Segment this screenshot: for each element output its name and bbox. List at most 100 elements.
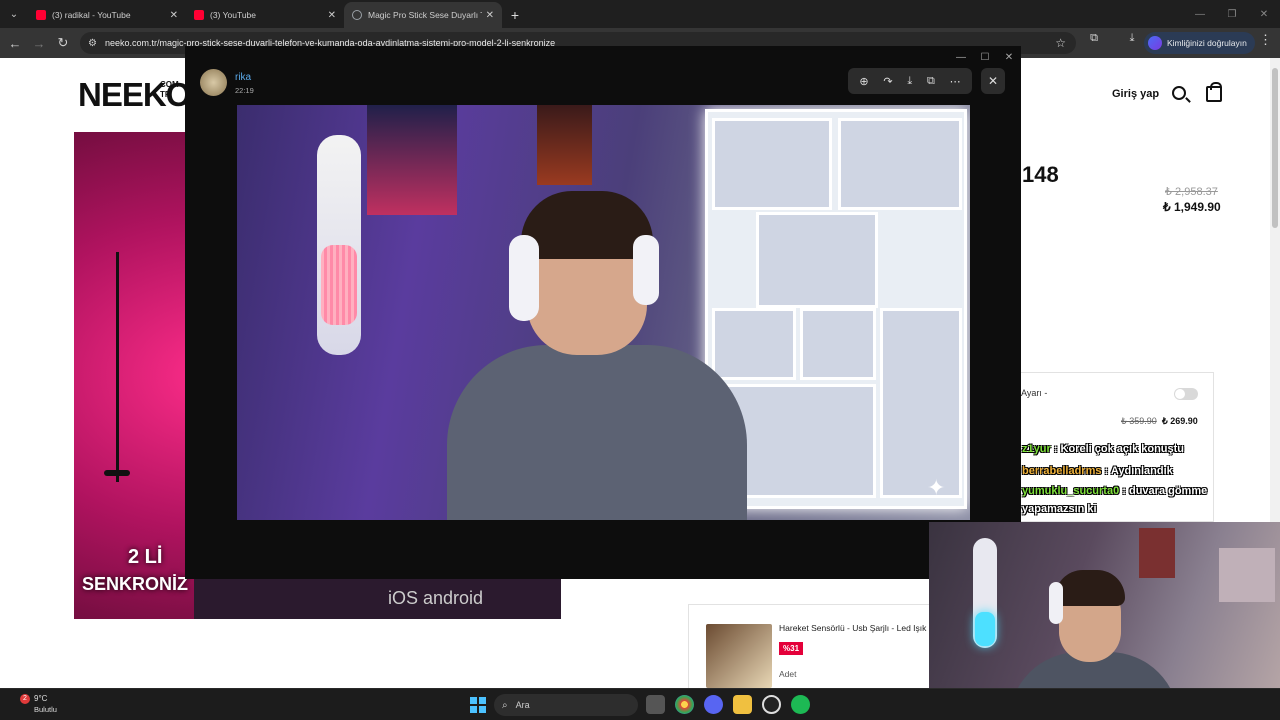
globe-icon (352, 10, 362, 20)
tab-title: (3) radikal - YouTube (52, 10, 131, 20)
current-price: ₺ 1,949.90 (1163, 200, 1221, 214)
site-info-icon[interactable]: ⚙ (88, 38, 97, 49)
old-price: ₺ 2,958.37 (1165, 186, 1218, 198)
reload-icon[interactable]: ↻ (51, 31, 75, 55)
zoom-in-icon[interactable]: ⊕ (859, 75, 868, 88)
poster (1219, 548, 1275, 602)
close-window-icon[interactable]: ✕ (997, 46, 1021, 68)
windows-start-icon[interactable] (470, 697, 486, 713)
window-controls: — ❐ ✕ (1184, 0, 1280, 28)
site-logo-sub: COM TR (160, 80, 179, 99)
new-tab-button[interactable]: + (502, 2, 528, 28)
addon-option-label: Ayarı - (1021, 388, 1048, 398)
chrome-icon[interactable] (675, 695, 694, 714)
sender-avatar[interactable] (200, 69, 227, 96)
person-body (447, 345, 747, 520)
browser-menu-icon[interactable]: ⋮ (1259, 32, 1272, 48)
microphone-light (975, 612, 995, 646)
addon-price: ₺ 269.90 (1162, 416, 1198, 426)
quantity-label: Adet (779, 669, 797, 679)
download-icon[interactable]: ⤓ (907, 75, 912, 88)
headphone (509, 235, 539, 321)
tab-magic-pro-stick[interactable]: Magic Pro Stick Sese Duyarlı Te ✕ (344, 2, 502, 28)
pinned-apps (646, 695, 810, 714)
avatar (1148, 36, 1162, 50)
weather-widget[interactable]: 2 9°C Bulutlu (20, 694, 57, 714)
product-title-fragment: 148 (1022, 162, 1059, 187)
viewer-toolbar: ⊕ ↷ ⤓ ⧉ ⋯ (848, 68, 972, 94)
task-view-icon[interactable] (646, 695, 665, 714)
taskbar: 2 9°C Bulutlu ⌕ Ara (0, 688, 1280, 720)
restore-icon[interactable]: ❐ (1216, 0, 1248, 28)
back-icon[interactable]: ← (3, 31, 27, 55)
sparkle-icon: ✦ (927, 475, 946, 500)
close-window-icon[interactable]: ✕ (1248, 0, 1280, 28)
shelf-cell (756, 212, 878, 308)
downloads-icon[interactable]: ⤓ (1122, 32, 1142, 45)
lamp-base (104, 470, 130, 476)
tab-search-icon[interactable]: ⌄ (0, 0, 28, 28)
shelf-cell (838, 118, 962, 210)
viewed-photo[interactable]: ✦ (237, 105, 970, 520)
product-image-text: 2 Lİ (128, 546, 163, 568)
forward-icon[interactable]: ↷ (883, 75, 892, 88)
more-icon[interactable]: ⋯ (950, 75, 961, 88)
maximize-icon[interactable]: ☐ (973, 46, 997, 68)
close-tab-icon[interactable]: ✕ (486, 10, 494, 21)
bookmark-star-icon[interactable]: ☆ (1055, 36, 1066, 50)
poster (537, 105, 592, 185)
close-tab-icon[interactable]: ✕ (170, 10, 178, 21)
youtube-icon (36, 10, 46, 20)
minimize-icon[interactable]: — (1184, 0, 1216, 28)
forward-icon[interactable]: → (27, 31, 51, 55)
microphone-light (321, 245, 357, 325)
youtube-icon (194, 10, 204, 20)
headphone (1049, 582, 1063, 624)
minimize-icon[interactable]: — (949, 46, 973, 68)
weather-condition: Bulutlu (34, 705, 57, 714)
extensions-icon[interactable]: ⧉ (1084, 32, 1104, 45)
recommended-product-image[interactable] (706, 624, 772, 688)
profile-verify-button[interactable]: Kimliğinizi doğrulayın (1144, 32, 1255, 54)
tab-title: (3) YouTube (210, 10, 256, 20)
viewer-titlebar: — ☐ ✕ (185, 46, 1021, 68)
stream-chat-overlay: z1yur : Koreli çok açık konuştu berrabel… (1022, 438, 1270, 518)
sender-name[interactable]: rika (235, 72, 251, 83)
close-tab-icon[interactable]: ✕ (328, 10, 336, 21)
close-viewer-button[interactable]: ✕ (981, 68, 1005, 94)
person (447, 185, 747, 520)
search-placeholder: Ara (515, 700, 530, 710)
poster (1139, 528, 1175, 578)
tab-strip: ⌄ (3) radikal - YouTube ✕ (3) YouTube ✕ … (0, 0, 1280, 28)
tab-title: Magic Pro Stick Sese Duyarlı Te (368, 10, 482, 20)
media-viewer-window: — ☐ ✕ rika 22:19 ⊕ ↷ ⤓ ⧉ ⋯ ✕ ✦ (185, 46, 1021, 579)
chat-username: berrabelladrms (1022, 465, 1102, 477)
chat-username: yumuklu_sucurta0 (1022, 485, 1120, 497)
spotify-icon[interactable] (791, 695, 810, 714)
poster (367, 105, 457, 215)
obs-icon[interactable] (762, 695, 781, 714)
addon-toggle[interactable] (1174, 388, 1198, 400)
temperature: 9°C (34, 694, 48, 703)
app-preview-strip (194, 572, 561, 619)
discord-icon[interactable] (704, 695, 723, 714)
recommended-product-title[interactable]: Hareket Sensörlü - Usb Şarjlı - Led Işık (779, 623, 929, 633)
shopping-bag-icon[interactable] (1206, 82, 1222, 102)
taskbar-search[interactable]: ⌕ Ara (494, 694, 638, 716)
file-explorer-icon[interactable] (733, 695, 752, 714)
chat-text: : Aydınlandık (1104, 465, 1173, 477)
tab-youtube[interactable]: (3) YouTube ✕ (186, 2, 344, 28)
shelf-cell (800, 308, 876, 380)
os-support-text: iOS android (388, 588, 484, 608)
tab-radikal[interactable]: (3) radikal - YouTube ✕ (28, 2, 186, 28)
open-external-icon[interactable]: ⧉ (927, 75, 935, 88)
scrollbar-thumb[interactable] (1272, 68, 1278, 228)
chat-message: yumuklu_sucurta0 : duvara gömme yapamazs… (1022, 482, 1270, 518)
search-icon[interactable] (1172, 86, 1186, 100)
notification-badge: 2 (20, 694, 30, 704)
chat-message: berrabelladrms : Aydınlandık (1022, 460, 1270, 482)
product-image-text: SENKRONİZ (82, 574, 189, 594)
login-link[interactable]: Giriş yap (1112, 88, 1159, 100)
headphone (633, 235, 659, 305)
search-icon: ⌕ (502, 699, 508, 711)
